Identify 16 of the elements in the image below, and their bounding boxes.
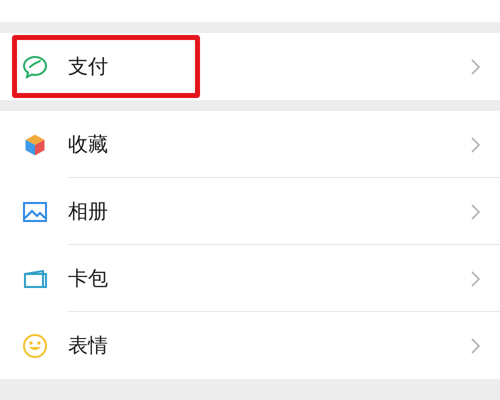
smiley-icon	[21, 332, 49, 360]
chevron-right-icon	[471, 270, 480, 286]
chevron-right-icon	[471, 58, 480, 74]
chevron-right-icon	[471, 136, 480, 152]
menu-item[interactable]: 卡包	[0, 245, 500, 312]
menu-label: 支付	[68, 53, 109, 80]
menu-item[interactable]: 支付	[0, 33, 500, 100]
menu-item[interactable]: 表情	[0, 312, 500, 379]
menu-label: 卡包	[68, 265, 109, 292]
chevron-right-icon	[471, 338, 480, 354]
menu-item[interactable]: 相册	[0, 178, 500, 245]
menu-label: 表情	[68, 332, 109, 359]
menu-item[interactable]: 收藏	[0, 111, 500, 178]
menu-label: 收藏	[68, 131, 109, 158]
chevron-right-icon	[471, 204, 480, 220]
menu-label: 相册	[68, 198, 109, 225]
